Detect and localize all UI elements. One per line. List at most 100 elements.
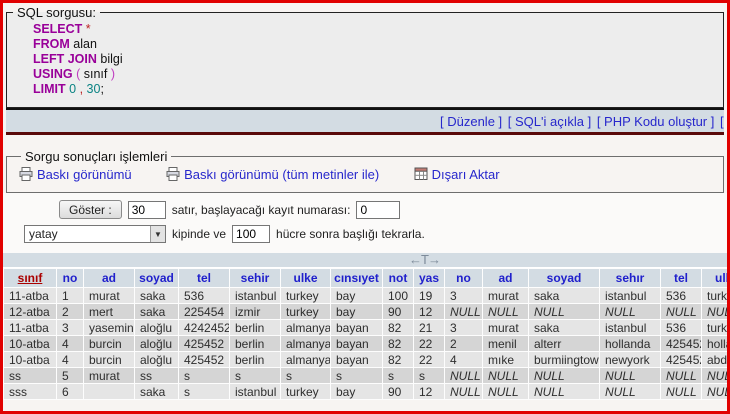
table-cell: NULL — [661, 368, 701, 383]
table-cell: bayan — [331, 352, 382, 367]
table-cell: 536 — [661, 288, 701, 303]
table-cell: berlin — [230, 320, 280, 335]
table-cell: NULL — [445, 304, 482, 319]
table-cell: 12 — [414, 304, 444, 319]
refresh-link-truncated[interactable]: [ Y — [720, 114, 724, 129]
column-sort-link[interactable]: sehir — [241, 271, 270, 285]
column-sort-link[interactable]: soyad — [547, 271, 582, 285]
table-cell: saka — [135, 288, 178, 303]
table-cell: burcin — [84, 352, 134, 367]
export-link[interactable]: Dışarı Aktar — [414, 167, 500, 182]
table-row: 12-atba2mertsaka225454izmirturkeybay9012… — [4, 304, 730, 319]
table-cell: newyork — [600, 352, 660, 367]
sql-number: 30 — [87, 82, 101, 96]
table-cell: s — [179, 384, 229, 399]
table-cell: NULL — [600, 304, 660, 319]
table-row: ss5muratssssssssNULLNULLNULLNULLNULLNULL — [4, 368, 730, 383]
sql-keyword: LIMIT — [33, 82, 66, 96]
sql-keyword: SELECT — [33, 22, 82, 36]
table-cell: turkey — [702, 288, 730, 303]
table-cell: 21 — [414, 320, 444, 335]
export-label: Dışarı Aktar — [432, 167, 500, 182]
mode-label: kipinde ve — [172, 227, 226, 241]
printer-icon — [19, 167, 37, 182]
column-sort-link[interactable]: ad — [102, 271, 116, 285]
table-cell: berlin — [230, 336, 280, 351]
column-sort-link[interactable]: no — [63, 271, 78, 285]
edit-query-link[interactable]: [ Düzenle ] — [440, 114, 502, 129]
table-row: 11-atba1muratsaka536istanbulturkeybay100… — [4, 288, 730, 303]
sql-action-links: [ Düzenle ] [ SQL'i açıkla ] [ PHP Kodu … — [440, 114, 724, 129]
table-cell: 82 — [383, 336, 413, 351]
table-row: 11-atba3yaseminaloğlu4242452berlinalmany… — [4, 320, 730, 335]
table-cell: murat — [483, 320, 528, 335]
column-sort-link[interactable]: cınsıyet — [334, 271, 379, 285]
table-cell: turkey — [702, 320, 730, 335]
sql-paren: ) — [111, 67, 115, 81]
rows-count-label: satır, başlayacağı kayıt numarası: — [172, 203, 351, 217]
table-cell: burcin — [84, 336, 134, 351]
column-header: tel — [179, 269, 229, 287]
table-cell: 82 — [383, 320, 413, 335]
column-sort-link[interactable]: no — [456, 271, 471, 285]
table-cell: 1 — [57, 288, 83, 303]
table-cell: 12-atba — [4, 304, 56, 319]
print-view-label: Baskı görünümü — [37, 167, 132, 182]
table-cell: NULL — [483, 384, 528, 399]
sql-semicolon: ; — [100, 82, 103, 96]
repeat-headers-label: hücre sonra başlığı tekrarla. — [276, 227, 425, 241]
table-cell: izmir — [230, 304, 280, 319]
sql-keyword: USING — [33, 67, 73, 81]
column-sort-link[interactable]: ulke — [715, 271, 730, 285]
column-header: tel — [661, 269, 701, 287]
table-cell: 425452 — [179, 336, 229, 351]
table-cell: 4 — [445, 352, 482, 367]
table-cell — [84, 384, 134, 399]
column-sort-link[interactable]: sehır — [616, 271, 645, 285]
table-cell: 2 — [57, 304, 83, 319]
column-header: ad — [483, 269, 528, 287]
column-sort-link[interactable]: soyad — [139, 271, 174, 285]
column-sort-link[interactable]: ad — [498, 271, 512, 285]
table-cell: s — [414, 368, 444, 383]
explain-sql-link[interactable]: [ SQL'i açıkla ] — [508, 114, 591, 129]
column-sort-link[interactable]: tel — [197, 271, 211, 285]
table-cell: saka — [135, 384, 178, 399]
sql-star: * — [86, 22, 91, 36]
repeat-headers-input[interactable] — [232, 225, 270, 243]
column-header: ulke — [702, 269, 730, 287]
table-cell: murat — [84, 368, 134, 383]
column-sort-link[interactable]: not — [389, 271, 408, 285]
table-cell: ss — [4, 368, 56, 383]
query-results-operations: Sorgu sonuçları işlemleri Baskı görünümü… — [6, 149, 724, 193]
table-cell: 11-atba — [4, 320, 56, 335]
table-cell: 3 — [445, 320, 482, 335]
table-cell: NULL — [483, 304, 528, 319]
table-cell: s — [383, 368, 413, 383]
rows-count-input[interactable] — [128, 201, 166, 219]
table-cell: 82 — [383, 352, 413, 367]
column-sort-link[interactable]: yas — [419, 271, 439, 285]
show-button[interactable]: Göster : — [59, 200, 122, 219]
table-cell: bay — [331, 384, 382, 399]
table-cell: burmiingtown — [529, 352, 599, 367]
column-sort-link[interactable]: sınıf — [18, 271, 43, 285]
sql-keyword: LEFT JOIN — [33, 52, 97, 66]
column-sort-link[interactable]: tel — [674, 271, 688, 285]
table-cell: 19 — [414, 288, 444, 303]
start-record-input[interactable] — [356, 201, 400, 219]
display-direction-toggle[interactable]: ←T→ — [409, 252, 440, 267]
table-cell: s — [179, 368, 229, 383]
table-cell: 90 — [383, 384, 413, 399]
create-php-code-link[interactable]: [ PHP Kodu oluştur ] — [597, 114, 715, 129]
display-mode-select[interactable]: yatay ▼ — [24, 225, 166, 243]
table-cell: yasemin — [84, 320, 134, 335]
print-view-link[interactable]: Baskı görünümü — [19, 167, 132, 182]
print-view-full-texts-link[interactable]: Baskı görünümü (tüm metinler ile) — [166, 167, 379, 182]
table-cell: bayan — [331, 336, 382, 351]
table-cell: sss — [4, 384, 56, 399]
table-cell: almanya — [281, 320, 330, 335]
table-cell: 425452 — [661, 336, 701, 351]
column-sort-link[interactable]: ulke — [293, 271, 317, 285]
table-cell: turkey — [281, 288, 330, 303]
